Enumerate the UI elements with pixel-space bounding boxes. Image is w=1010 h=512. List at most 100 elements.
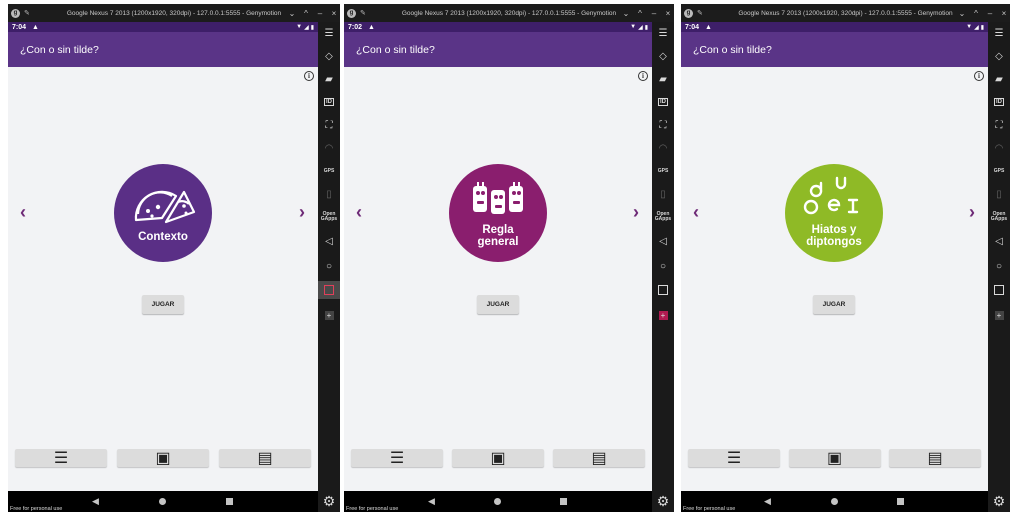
device-id-icon[interactable]: ID — [988, 93, 1010, 111]
tab-document[interactable]: ▤ — [889, 449, 981, 467]
rotate-icon[interactable]: ◇ — [318, 47, 340, 65]
gear-icon[interactable]: ⚙ — [318, 493, 340, 510]
capture-icon[interactable]: ⛶ — [652, 116, 674, 134]
info-icon[interactable]: i — [638, 71, 648, 81]
list-icon: ☰ — [726, 450, 742, 467]
rotate-icon[interactable]: ◇ — [652, 47, 674, 65]
chevron-right-icon[interactable]: › — [969, 202, 975, 223]
android-status-bar: 7:02 ▲ ▼ ◢ ▮ — [344, 22, 652, 32]
back-icon[interactable]: ◀ — [428, 496, 435, 507]
close-button[interactable]: × — [330, 9, 338, 18]
gear-icon[interactable]: ⚙ — [988, 493, 1010, 510]
list-icon: ☰ — [389, 450, 405, 467]
category-circle-regla-general[interactable]: Regla general — [449, 164, 547, 262]
home-icon[interactable]: ○ — [652, 257, 674, 275]
rss-icon[interactable]: ◠ — [318, 139, 340, 157]
rss-icon[interactable]: ◠ — [652, 139, 674, 157]
add-icon[interactable]: + — [318, 306, 340, 324]
maximize-button[interactable]: ^ — [636, 9, 644, 18]
recents-icon[interactable] — [318, 281, 340, 299]
home-icon[interactable]: ○ — [988, 257, 1010, 275]
chevron-right-icon[interactable]: › — [633, 202, 639, 223]
recents-icon[interactable] — [897, 498, 904, 505]
info-icon[interactable]: i — [304, 71, 314, 81]
menu-icon[interactable]: ☰ — [652, 24, 674, 42]
collapse-button[interactable]: ⌄ — [622, 9, 630, 18]
play-button[interactable]: JUGAR — [142, 295, 184, 314]
chevron-left-icon[interactable]: ‹ — [693, 202, 699, 223]
chevron-right-icon[interactable]: › — [299, 202, 305, 223]
device-id-icon[interactable]: ID — [318, 93, 340, 111]
pin-icon[interactable]: ✎ — [697, 9, 705, 17]
clapper-icon[interactable]: ▰ — [652, 70, 674, 88]
home-icon[interactable] — [494, 498, 501, 505]
genymotion-window-2: g ✎ Google Nexus 7 2013 (1200x1920, 320d… — [344, 4, 674, 512]
recents-icon[interactable] — [560, 498, 567, 505]
minimize-button[interactable]: – — [650, 9, 658, 18]
clapper-icon[interactable]: ▰ — [988, 70, 1010, 88]
menu-icon[interactable]: ☰ — [318, 24, 340, 42]
gps-icon[interactable]: GPS — [652, 162, 674, 180]
device-id-icon[interactable]: ID — [652, 93, 674, 111]
tab-video[interactable]: ▣ — [117, 449, 209, 467]
chevron-left-icon[interactable]: ‹ — [20, 202, 26, 223]
open-gapps-icon[interactable]: Open GApps — [318, 208, 340, 226]
media-icon[interactable]: ▯ — [318, 185, 340, 203]
window-titlebar[interactable]: g ✎ Google Nexus 7 2013 (1200x1920, 320d… — [344, 4, 674, 22]
add-icon[interactable]: + — [652, 306, 674, 324]
gear-icon[interactable]: ⚙ — [652, 493, 674, 510]
close-button[interactable]: × — [1000, 9, 1008, 18]
close-button[interactable]: × — [664, 9, 672, 18]
gps-icon[interactable]: GPS — [318, 162, 340, 180]
back-icon[interactable]: ◁ — [988, 232, 1010, 250]
gps-icon[interactable]: GPS — [988, 162, 1010, 180]
tab-list[interactable]: ☰ — [15, 449, 107, 467]
tab-video[interactable]: ▣ — [788, 449, 881, 467]
back-icon[interactable]: ◁ — [652, 232, 674, 250]
media-icon[interactable]: ▯ — [652, 185, 674, 203]
back-icon[interactable]: ◁ — [318, 232, 340, 250]
window-titlebar[interactable]: g ✎ Google Nexus 7 2013 (1200x1920, 320d… — [681, 4, 1010, 22]
recents-icon[interactable] — [988, 281, 1010, 299]
minimize-button[interactable]: – — [986, 9, 994, 18]
tab-document[interactable]: ▤ — [219, 449, 311, 467]
circle-label: Hiatos y diptongos — [806, 224, 862, 248]
menu-icon[interactable]: ☰ — [988, 24, 1010, 42]
add-icon[interactable]: + — [988, 306, 1010, 324]
home-icon[interactable] — [831, 498, 838, 505]
open-gapps-icon[interactable]: Open GApps — [652, 208, 674, 226]
collapse-button[interactable]: ⌄ — [958, 9, 966, 18]
capture-icon[interactable]: ⛶ — [988, 116, 1010, 134]
home-icon[interactable]: ○ — [318, 257, 340, 275]
play-button[interactable]: JUGAR — [477, 295, 519, 314]
maximize-button[interactable]: ^ — [302, 9, 310, 18]
recents-icon[interactable] — [652, 281, 674, 299]
play-button[interactable]: JUGAR — [813, 295, 855, 314]
play-screen-icon: ▣ — [826, 450, 843, 467]
rotate-icon[interactable]: ◇ — [988, 47, 1010, 65]
media-icon[interactable]: ▯ — [988, 185, 1010, 203]
main-content: i ‹ › Hiatos y diptongos JUGAR ☰ ▣ ▤ — [681, 67, 988, 491]
open-gapps-icon[interactable]: Open GApps — [988, 208, 1010, 226]
capture-icon[interactable]: ⛶ — [318, 116, 340, 134]
back-icon[interactable]: ◀ — [92, 496, 99, 507]
recents-icon[interactable] — [226, 498, 233, 505]
window-titlebar[interactable]: g ✎ Google Nexus 7 2013 (1200x1920, 320d… — [8, 4, 340, 22]
collapse-button[interactable]: ⌄ — [288, 9, 296, 18]
category-circle-hiatos-diptongos[interactable]: Hiatos y diptongos — [785, 164, 883, 262]
tab-list[interactable]: ☰ — [688, 449, 780, 467]
clapper-icon[interactable]: ▰ — [318, 70, 340, 88]
chevron-left-icon[interactable]: ‹ — [356, 202, 362, 223]
tab-document[interactable]: ▤ — [553, 449, 645, 467]
back-icon[interactable]: ◀ — [764, 496, 771, 507]
maximize-button[interactable]: ^ — [972, 9, 980, 18]
tab-list[interactable]: ☰ — [351, 449, 443, 467]
rss-icon[interactable]: ◠ — [988, 139, 1010, 157]
category-circle-contexto[interactable]: Contexto — [114, 164, 212, 262]
pin-icon[interactable]: ✎ — [360, 9, 368, 17]
minimize-button[interactable]: – — [316, 9, 324, 18]
tab-video[interactable]: ▣ — [452, 449, 544, 467]
pin-icon[interactable]: ✎ — [24, 9, 32, 17]
info-icon[interactable]: i — [974, 71, 984, 81]
home-icon[interactable] — [159, 498, 166, 505]
